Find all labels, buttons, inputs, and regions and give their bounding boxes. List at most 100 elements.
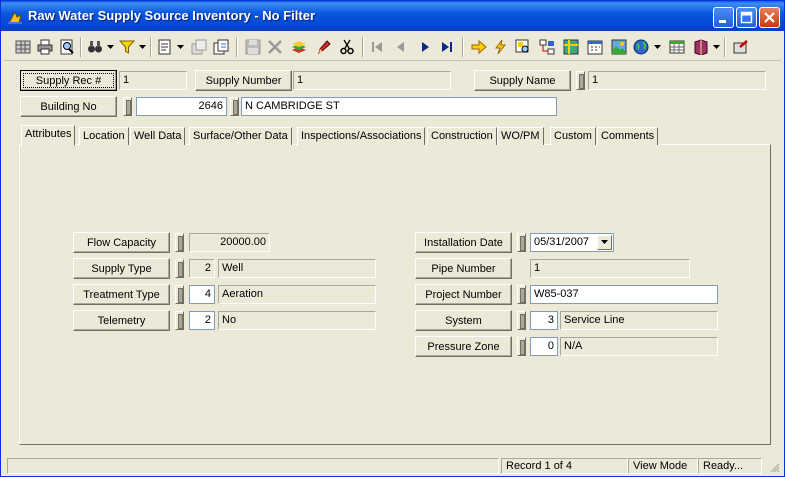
spreadsheet-button[interactable] [666, 36, 688, 58]
supply-name-handle[interactable] [576, 71, 585, 90]
title-bar[interactable]: Raw Water Supply Source Inventory - No F… [1, 1, 784, 31]
next-record-button[interactable] [414, 36, 436, 58]
new-record-icon [158, 39, 171, 55]
supply-number-field: 1 [293, 71, 451, 90]
new-record-button[interactable] [154, 36, 176, 58]
supply-rec-field: 1 [119, 71, 187, 90]
pipe-number-field: 1 [530, 259, 690, 278]
binoculars-icon [88, 41, 102, 53]
installation-date-value: 05/31/2007 [534, 236, 590, 248]
globe-icon [633, 39, 649, 55]
telemetry-code[interactable]: 2 [189, 311, 215, 330]
supply-name-button[interactable]: Supply Name [474, 70, 571, 91]
grid-icon [15, 40, 31, 54]
print-preview-icon [60, 39, 74, 55]
find-dropdown-icon[interactable] [107, 44, 114, 50]
building-no-handle[interactable] [123, 97, 132, 116]
map-button[interactable] [560, 36, 582, 58]
delete-button[interactable] [264, 36, 286, 58]
pressure-zone-handle[interactable] [517, 337, 526, 356]
treatment-type-handle[interactable] [175, 285, 184, 304]
project-number-button[interactable]: Project Number [415, 284, 512, 305]
copy-record-button[interactable] [188, 36, 210, 58]
lightning-button[interactable] [490, 36, 512, 58]
relations-icon [539, 39, 555, 55]
date-dropdown-button[interactable] [597, 235, 612, 250]
ready-status: Ready... [698, 458, 762, 474]
copy-record-icon [191, 39, 207, 55]
tab-attributes[interactable]: Attributes [21, 125, 76, 146]
tab-construction[interactable]: Construction [427, 127, 497, 145]
telemetry-button[interactable]: Telemetry [73, 310, 170, 331]
system-code[interactable]: 3 [530, 311, 558, 330]
previous-record-button[interactable] [390, 36, 412, 58]
system-handle[interactable] [517, 311, 526, 330]
grid-button[interactable] [12, 36, 34, 58]
pressure-zone-button[interactable]: Pressure Zone [415, 336, 512, 357]
exit-icon [733, 40, 748, 54]
supply-number-button[interactable]: Supply Number [195, 70, 292, 91]
installation-date-picker[interactable]: 05/31/2007 [530, 233, 614, 252]
globe-dropdown-icon[interactable] [654, 44, 661, 50]
treatment-type-button[interactable]: Treatment Type [73, 284, 170, 305]
close-button[interactable] [759, 7, 780, 28]
minimize-button[interactable] [713, 7, 734, 28]
book-dropdown-icon[interactable] [713, 44, 720, 50]
building-street-field[interactable]: N CAMBRIDGE ST [241, 97, 557, 116]
filter-button[interactable] [116, 36, 138, 58]
telemetry-handle[interactable] [175, 311, 184, 330]
go-to-button[interactable] [468, 36, 490, 58]
installation-date-button[interactable]: Installation Date [415, 232, 512, 253]
tab-location[interactable]: Location [79, 127, 129, 145]
pipe-number-button[interactable]: Pipe Number [415, 258, 512, 279]
tab-comments[interactable]: Comments [597, 127, 659, 145]
image-button[interactable] [608, 36, 630, 58]
new-record-dropdown-icon[interactable] [177, 44, 184, 50]
tab-surface-other-data[interactable]: Surface/Other Data [189, 127, 292, 145]
pressure-zone-code[interactable]: 0 [530, 337, 558, 356]
resize-grip-icon[interactable] [768, 461, 780, 473]
treatment-type-code[interactable]: 4 [189, 285, 215, 304]
supply-type-button[interactable]: Supply Type [73, 258, 170, 279]
exit-button[interactable] [730, 36, 752, 58]
tab-well-data[interactable]: Well Data [130, 127, 186, 145]
flow-capacity-handle[interactable] [175, 233, 184, 252]
book-button[interactable] [690, 36, 712, 58]
duplicate-button[interactable] [210, 36, 232, 58]
installation-date-handle[interactable] [517, 233, 526, 252]
tab-inspections-associations[interactable]: Inspections/Associations [297, 127, 426, 145]
flow-capacity-field: 20000.00 [189, 233, 270, 252]
chevron-down-icon [601, 240, 608, 244]
first-record-icon [372, 42, 382, 52]
globe-button[interactable] [630, 36, 652, 58]
tab-custom[interactable]: Custom [550, 127, 596, 145]
last-record-button[interactable] [436, 36, 458, 58]
flow-capacity-button[interactable]: Flow Capacity [73, 232, 170, 253]
supply-rec-button[interactable]: Supply Rec # [20, 70, 117, 91]
maximize-button[interactable] [736, 7, 757, 28]
stack-button[interactable] [288, 36, 310, 58]
edit-button[interactable] [312, 36, 334, 58]
project-number-handle[interactable] [517, 285, 526, 304]
first-record-button[interactable] [366, 36, 388, 58]
building-street-handle[interactable] [230, 97, 239, 116]
filter-dropdown-icon[interactable] [139, 44, 146, 50]
find-button[interactable] [84, 36, 106, 58]
calendar-icon [587, 40, 603, 55]
zoom-button[interactable] [512, 36, 534, 58]
project-number-field[interactable]: W85-037 [530, 285, 718, 304]
relations-button[interactable] [536, 36, 558, 58]
book-icon [694, 39, 708, 55]
supply-type-handle[interactable] [175, 259, 184, 278]
tab-wo-pm[interactable]: WO/PM [497, 127, 544, 145]
building-no-button[interactable]: Building No [20, 96, 117, 117]
save-button[interactable] [242, 36, 264, 58]
print-button[interactable] [34, 36, 56, 58]
app-window: Raw Water Supply Source Inventory - No F… [0, 0, 785, 477]
building-number-field[interactable]: 2646 [136, 97, 227, 116]
calendar-button[interactable] [584, 36, 606, 58]
print-preview-button[interactable] [56, 36, 78, 58]
pressure-zone-value: N/A [560, 337, 718, 356]
system-button[interactable]: System [415, 310, 512, 331]
cut-button[interactable] [336, 36, 358, 58]
